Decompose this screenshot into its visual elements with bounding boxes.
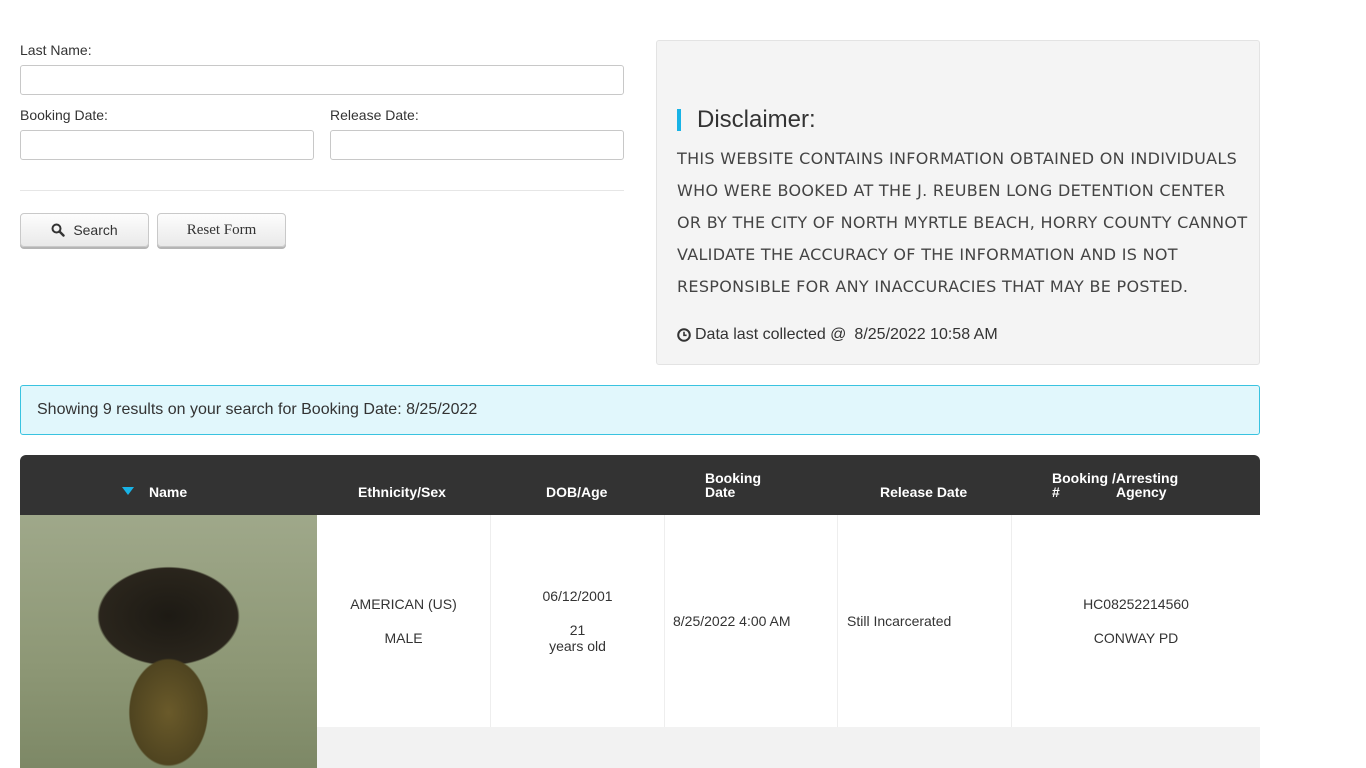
cell-release-date: Still Incarcerated [838, 515, 1012, 727]
release-date-value: Still Incarcerated [847, 613, 952, 629]
disclaimer-line: who were booked at the J. Reuben Long De… [677, 181, 1226, 200]
disclaimer-line: or by the City of North Myrtle Beach, Ho… [677, 213, 1248, 232]
sort-desc-icon[interactable] [122, 487, 134, 495]
col-booking-number-line2: # [1052, 484, 1060, 500]
disclaimer-panel: Disclaimer: This website contains inform… [656, 40, 1260, 365]
disclaimer-title: Disclaimer: [677, 108, 816, 132]
ethnicity-value: AMERICAN (US) [350, 596, 457, 612]
age-suffix: years old [549, 638, 606, 654]
booking-date-input[interactable] [20, 130, 314, 160]
sex-value: MALE [384, 630, 423, 646]
collected-label: Data last collected @ [695, 326, 847, 343]
cell-booking-date: 8/25/2022 4:00 AM [665, 515, 838, 727]
last-name-label: Last Name: [20, 42, 92, 58]
form-divider [20, 190, 624, 191]
data-collected: Data last collected @ 8/25/2022 10:58 AM [677, 326, 998, 344]
search-icon [51, 223, 66, 237]
col-ethnicity-sex[interactable]: Ethnicity/Sex [358, 485, 446, 499]
col-booking-number[interactable]: Booking # [1052, 471, 1108, 499]
results-summary: Showing 9 results on your search for Boo… [20, 385, 1260, 435]
search-button-label: Search [73, 222, 118, 238]
col-booking-date[interactable]: Booking Date [705, 471, 761, 499]
booking-number-value: HC08252214560 [1083, 596, 1189, 612]
reset-form-label: Reset Form [186, 221, 257, 238]
row-footer [317, 727, 1260, 768]
booking-photo[interactable] [20, 515, 317, 768]
col-arresting-agency[interactable]: /Arresting Agency [1112, 471, 1178, 499]
release-date-label: Release Date: [330, 107, 419, 123]
age-value: 21 [569, 622, 586, 638]
results-table-header: Name Ethnicity/Sex DOB/Age Booking Date … [20, 455, 1260, 515]
booking-date-label: Booking Date: [20, 107, 108, 123]
cell-ethnicity-sex: AMERICAN (US) MALE [317, 515, 491, 727]
cell-booking-agency: HC08252214560 CONWAY PD [1012, 515, 1260, 727]
last-name-input[interactable] [20, 65, 624, 95]
search-button[interactable]: Search [20, 213, 149, 247]
col-dob-age[interactable]: DOB/Age [546, 485, 607, 499]
reset-form-button[interactable]: Reset Form [157, 213, 286, 247]
col-release-date[interactable]: Release Date [880, 485, 967, 499]
disclaimer-line: validate the accuracy of the information… [677, 245, 1178, 264]
disclaimer-text: This website contains information obtain… [677, 143, 1257, 303]
col-booking-number-line1: Booking [1052, 470, 1108, 486]
col-booking-date-line2: Date [705, 484, 736, 500]
row-details: AMERICAN (US) MALE 06/12/2001 21 years o… [317, 515, 1260, 727]
disclaimer-line: responsible for any inaccuracies that ma… [677, 277, 1189, 296]
col-arresting-line2: Agency [1116, 484, 1167, 500]
table-row[interactable]: AMERICAN (US) MALE 06/12/2001 21 years o… [20, 515, 1260, 768]
dob-value: 06/12/2001 [542, 588, 613, 604]
booking-date-value: 8/25/2022 4:00 AM [673, 613, 791, 629]
release-date-input[interactable] [330, 130, 624, 160]
disclaimer-line: This website contains information obtain… [677, 149, 1238, 168]
col-name[interactable]: Name [149, 485, 187, 499]
agency-value: CONWAY PD [1093, 630, 1179, 646]
cell-dob-age: 06/12/2001 21 years old [491, 515, 665, 727]
clock-icon [677, 328, 691, 342]
collected-value: 8/25/2022 10:58 AM [854, 326, 998, 343]
